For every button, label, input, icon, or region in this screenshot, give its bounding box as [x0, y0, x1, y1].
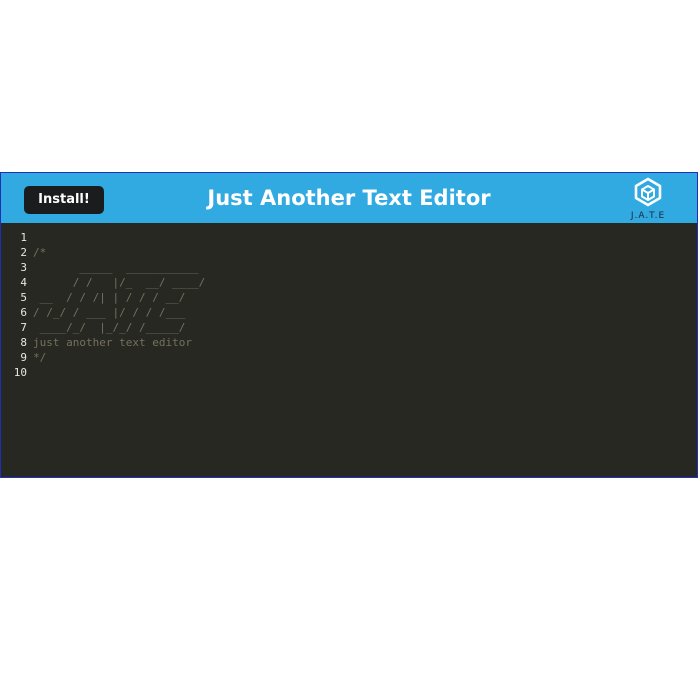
- code-line[interactable]: / / |/_ __/ ____/: [33, 275, 205, 290]
- line-number: 3: [20, 261, 27, 274]
- line-number: 2: [20, 246, 27, 259]
- line-number: 4: [20, 276, 27, 289]
- code-line[interactable]: */: [33, 350, 205, 365]
- line-number: 6: [20, 306, 27, 319]
- line-number-gutter: 1 2 3 4 5 6 7 8 9 10: [1, 230, 27, 380]
- line-number: 1: [20, 231, 27, 244]
- line-number: 8: [20, 336, 27, 349]
- logo: J.A.T.E: [623, 177, 673, 223]
- code-line[interactable]: /*: [33, 245, 205, 260]
- cube-icon: [634, 177, 662, 207]
- code-line[interactable]: [33, 230, 205, 245]
- line-number: 9: [20, 351, 27, 364]
- code-line[interactable]: / /_/ / ___ |/ / / /___: [33, 305, 205, 320]
- code-content[interactable]: /* _____ ___________ / / |/_ __/ ____/ _…: [33, 230, 205, 380]
- code-line[interactable]: [33, 365, 205, 380]
- app-window: Install! Just Another Text Editor J.A.T.…: [0, 172, 698, 478]
- code-line[interactable]: __ / / /| | / / / __/: [33, 290, 205, 305]
- line-number: 5: [20, 291, 27, 304]
- logo-text: J.A.T.E: [630, 211, 666, 221]
- navbar: Install! Just Another Text Editor J.A.T.…: [1, 173, 697, 223]
- line-number: 10: [13, 366, 27, 379]
- code-line[interactable]: _____ ___________: [33, 260, 205, 275]
- app-title: Just Another Text Editor: [207, 186, 491, 210]
- code-editor[interactable]: 1 2 3 4 5 6 7 8 9 10 /* _____ ___________ / / |/_…: [1, 223, 697, 477]
- code-line[interactable]: ____/_/ |_/_/ /_____/: [33, 320, 205, 335]
- code-line[interactable]: just another text editor: [33, 335, 205, 350]
- line-number: 7: [20, 321, 27, 334]
